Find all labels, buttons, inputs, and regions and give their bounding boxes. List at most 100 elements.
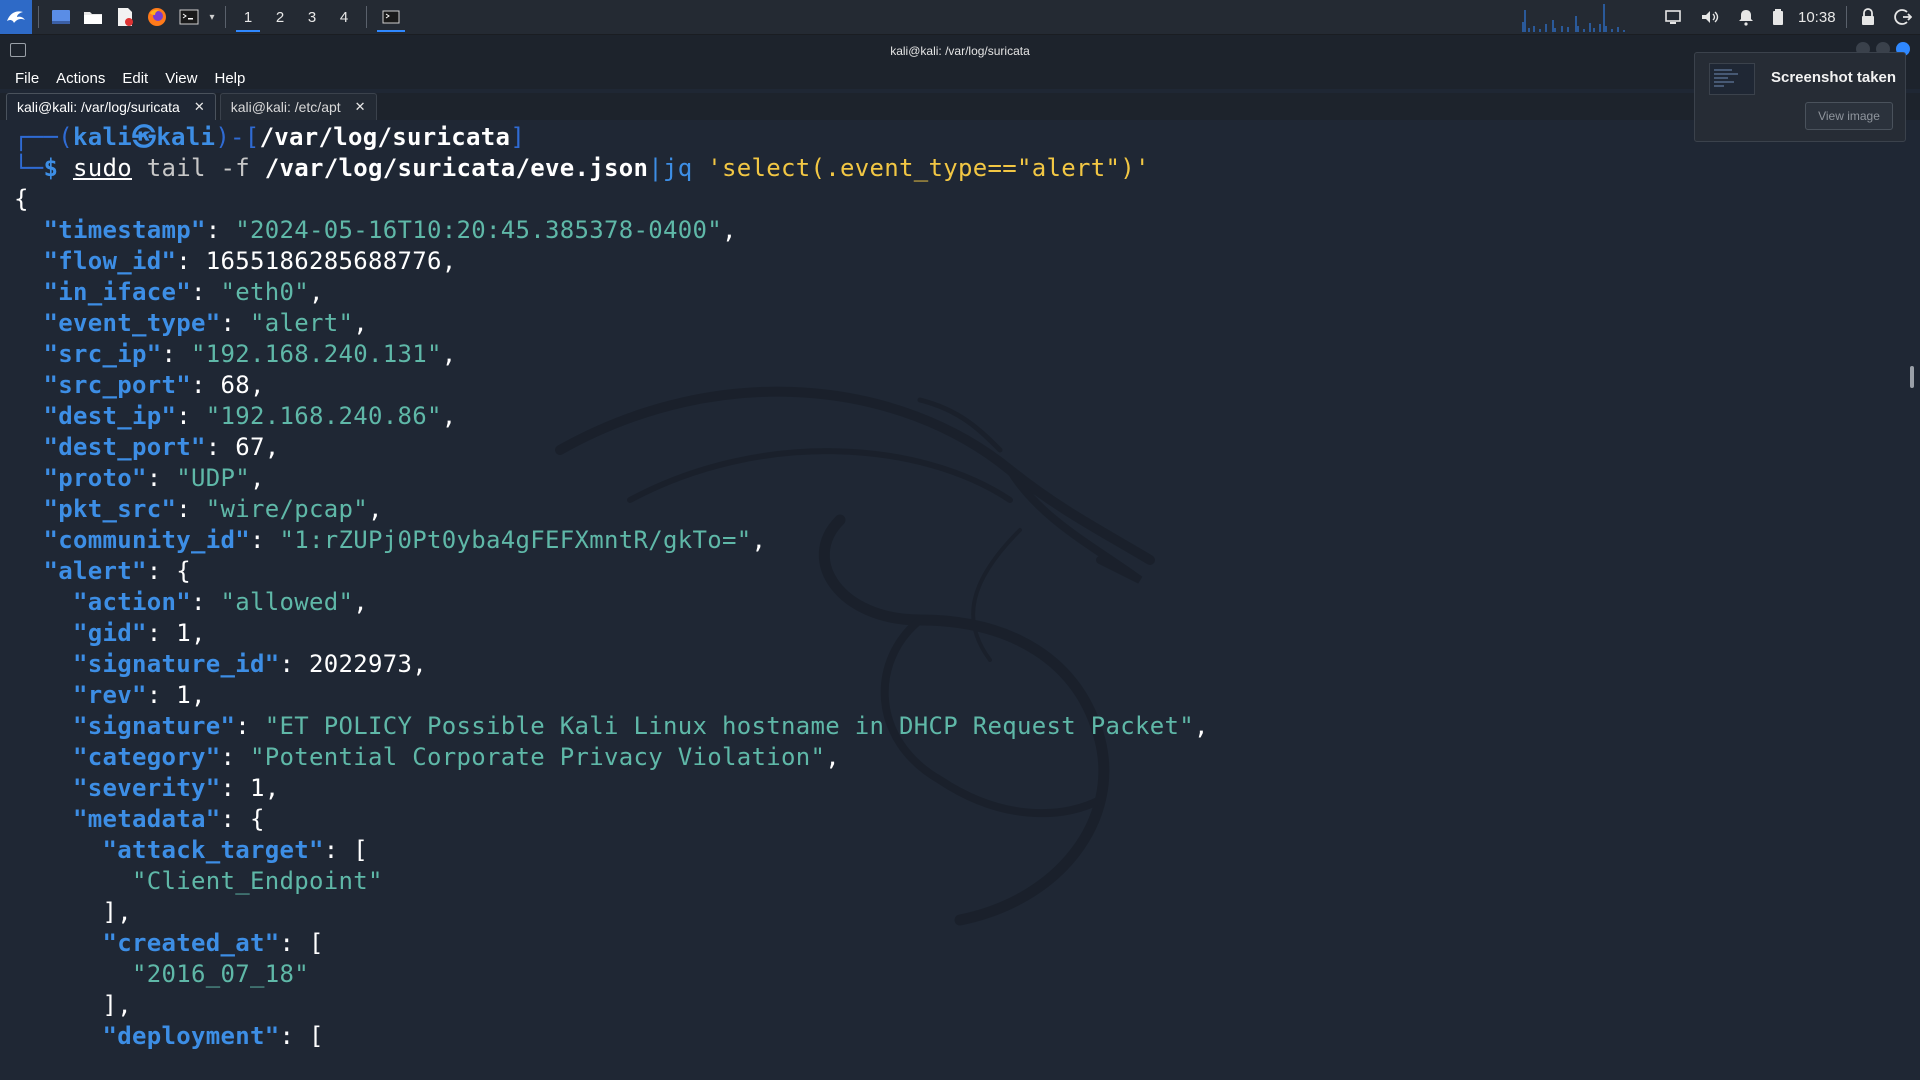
text-editor-icon [118,8,133,26]
json-line-alert: "alert": { [43,557,191,585]
json-line-signature: "signature": "ET POLICY Possible Kali Li… [73,712,1209,740]
tab-apt[interactable]: kali@kali: /etc/apt ✕ [219,93,377,120]
terminal-scrollbar[interactable] [1908,120,1920,1080]
cmd-filter: 'select(.event_type=="alert")' [707,154,1150,182]
tab-label: kali@kali: /var/log/suricata [17,99,180,115]
power-manager-button[interactable] [1772,0,1784,34]
json-line-event-type: "event_type": "alert", [43,309,368,337]
bell-icon [1739,10,1753,26]
json-line-community-id: "community_id": "1:rZUPj0Pt0yba4gFEFXmnt… [43,526,767,554]
panel-separator [366,6,367,28]
scrollbar-thumb[interactable] [1910,366,1914,388]
terminal-launcher-dropdown[interactable]: ▾ [205,0,219,34]
workspace-1[interactable]: 1 [232,0,264,34]
workspace-label: 1 [243,8,253,26]
cmd-tail: tail [146,154,206,182]
workspace-2[interactable]: 2 [264,0,296,34]
cmd-pipe: | [648,154,663,182]
value-category: Potential Corporate Privacy Violation [264,743,811,771]
menu-help[interactable]: Help [214,70,245,87]
value-action: allowed [235,588,339,616]
screenshot-thumbnail [1709,63,1755,95]
clock[interactable]: 10:38 [1798,0,1836,34]
json-line-flow-id: "flow_id": 1655186285688776, [43,247,457,275]
window-titlebar[interactable]: kali@kali: /var/log/suricata [0,35,1920,67]
value-gid: 1 [176,619,191,647]
cmd-jq: jq [662,154,693,182]
value-src-port: 68 [220,371,250,399]
json-line-severity: "severity": 1, [73,774,280,802]
tab-label: kali@kali: /etc/apt [230,99,341,115]
window-title: kali@kali: /var/log/suricata [890,44,1030,58]
json-line-in-iface: "in_iface": "eth0", [43,278,324,306]
chevron-down-icon: ▾ [209,11,215,23]
panel-separator [38,6,39,28]
value-signature-id: 2022973 [309,650,413,678]
firefox-icon [148,8,166,26]
text-editor-button[interactable] [109,0,141,34]
close-tab-icon[interactable]: ✕ [355,99,366,115]
panel-separator [1846,6,1847,28]
json-line-signature-id: "signature_id": 2022973, [73,650,427,678]
cmd-file: /var/log/suricata/eve.json [264,154,649,182]
prompt-user: kali [73,123,132,151]
value-event-type: alert [264,309,339,337]
terminal-window-icon [382,10,400,24]
workspace-4[interactable]: 4 [328,0,360,34]
screenshot-notification[interactable]: Screenshot taken View image [1694,52,1906,142]
menu-file[interactable]: File [15,70,39,87]
value-proto: UDP [191,464,236,492]
value-in-iface: eth0 [235,278,295,306]
show-desktop-button[interactable] [45,0,77,34]
json-line-metadata: "metadata": { [73,805,265,833]
clock-time: 10:38 [1798,8,1836,26]
volume-button[interactable] [1700,0,1720,34]
screenshot-preview-icon [1714,69,1738,87]
folder-icon [84,12,102,24]
json-line-close-bracket: ], [102,898,132,926]
terminal-launcher-button[interactable] [173,0,205,34]
value-dest-port: 67 [235,433,265,461]
terminal-output[interactable]: ┌──(kali㉿kali)-[/var/log/suricata] └─$ s… [0,120,1908,1080]
value-attack-target: Client_Endpoint [146,867,368,895]
value-flow-id: 1655186285688776 [205,247,442,275]
value-severity: 1 [250,774,265,802]
cmd-sudo: sudo [73,154,132,182]
file-manager-button[interactable] [77,0,109,34]
tab-bar: kali@kali: /var/log/suricata ✕ kali@kali… [0,93,1920,120]
kali-menu-button[interactable] [0,0,32,34]
window-menu-icon[interactable] [10,43,26,57]
menu-view[interactable]: View [165,70,197,87]
workspace-label: 3 [307,8,317,26]
notifications-button[interactable] [1738,0,1754,34]
value-src-ip: 192.168.240.131 [205,340,427,368]
close-tab-icon[interactable]: ✕ [194,99,205,115]
desktop-icon [52,10,70,24]
display-button[interactable] [1664,0,1682,34]
json-line-deployment: "deployment": [ [102,1022,324,1050]
logout-button[interactable] [1894,0,1912,34]
lock-screen-button[interactable] [1861,0,1875,34]
json-line-rev: "rev": 1, [73,681,206,709]
json-line-action: "action": "allowed", [73,588,368,616]
prompt-line-2: └─$ sudo tail -f /var/log/suricata/eve.j… [14,154,1150,182]
menu-edit[interactable]: Edit [122,70,148,87]
network-monitor-graph [1520,4,1630,32]
json-line-proto: "proto": "UDP", [43,464,265,492]
cmd-flag: -f [220,154,250,182]
tab-suricata[interactable]: kali@kali: /var/log/suricata ✕ [6,93,216,120]
json-line-pkt-src: "pkt_src": "wire/pcap", [43,495,383,523]
firefox-button[interactable] [141,0,173,34]
kali-logo-icon [7,11,25,23]
value-dest-ip: 192.168.240.86 [220,402,427,430]
json-line-attack-target-value: "Client_Endpoint" [132,867,383,895]
json-line-dest-ip: "dest_ip": "192.168.240.86", [43,402,457,430]
workspace-3[interactable]: 3 [296,0,328,34]
view-image-button[interactable]: View image [1805,102,1893,130]
value-signature: ET POLICY Possible Kali Linux hostname i… [279,712,1180,740]
json-line-dest-port: "dest_port": 67, [43,433,280,461]
value-community-id: 1:rZUPj0Pt0yba4gFEFXmntR/gkTo= [294,526,737,554]
menu-actions[interactable]: Actions [56,70,105,87]
workspace-label: 2 [275,8,285,26]
taskbar-terminal-window[interactable] [373,0,409,34]
